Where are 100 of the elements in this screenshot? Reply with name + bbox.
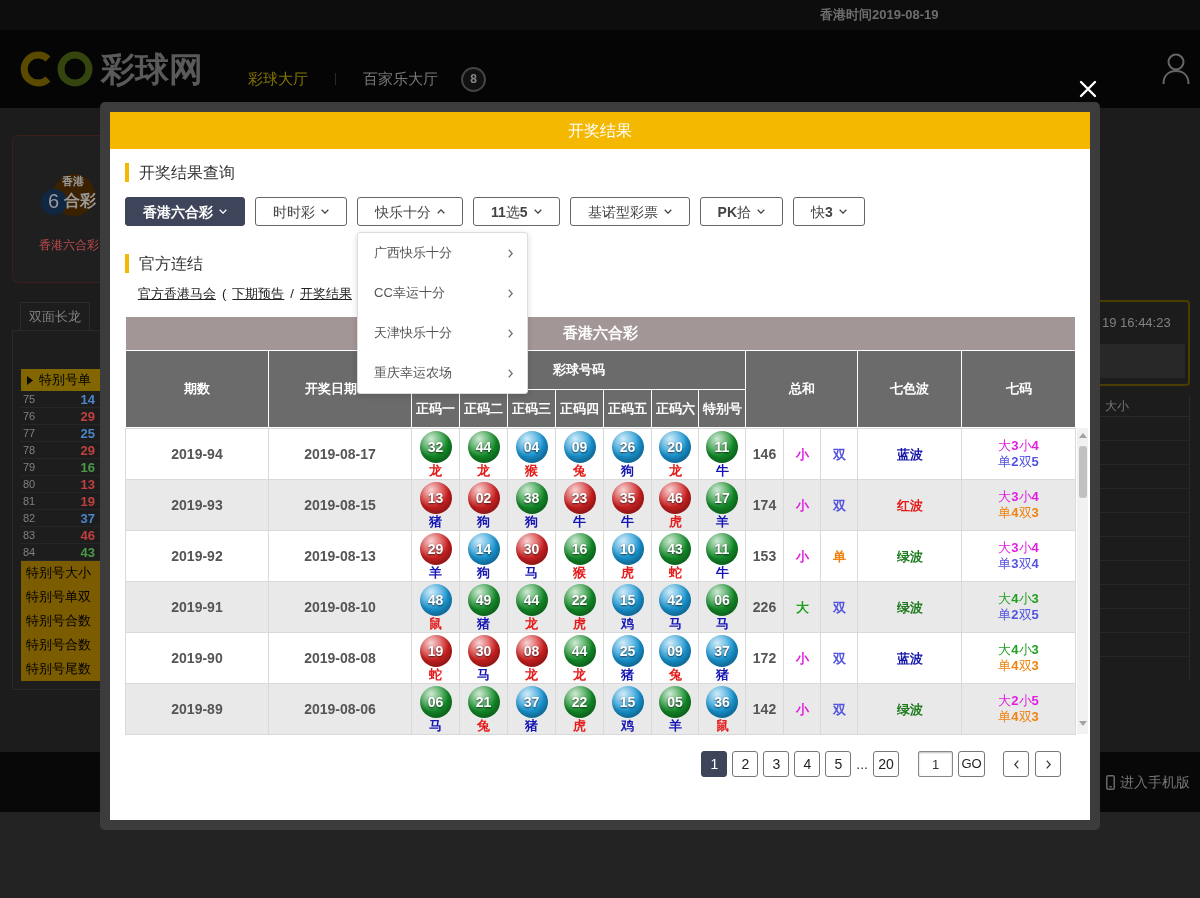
page-button[interactable]: 5 xyxy=(825,751,852,777)
page-button[interactable]: 20 xyxy=(873,751,899,777)
menu-item[interactable]: 广西快乐十分 xyxy=(358,233,527,273)
zodiac-label: 羊 xyxy=(668,718,682,733)
table-cell: 2019-08-06 xyxy=(268,683,412,735)
table-cell: 绿波 xyxy=(896,600,923,615)
column-header: 特别号 xyxy=(698,389,746,428)
row-index: 82 xyxy=(22,512,37,524)
zodiac-label: 马 xyxy=(525,565,538,580)
table-cell: 2019-89 xyxy=(125,683,269,735)
row-value: 16 xyxy=(80,460,95,474)
zodiac-label: 蛇 xyxy=(429,667,442,682)
zodiac-label: 狗 xyxy=(621,463,634,478)
zodiac-label: 猴 xyxy=(525,463,538,478)
scrollbar[interactable] xyxy=(1077,428,1088,734)
logo-text: 6 xyxy=(48,191,60,211)
zodiac-label: 鸡 xyxy=(621,718,634,733)
grid-header: 大小 xyxy=(1105,397,1129,415)
mobile-link[interactable]: 进入手机版 xyxy=(1106,771,1190,793)
chevron-down-icon xyxy=(533,209,542,214)
table-cell: 单2双5 xyxy=(998,607,1039,623)
table-cell: 小 xyxy=(795,498,809,513)
zodiac-label: 猪 xyxy=(429,514,442,529)
table-cell: 单4双3 xyxy=(998,709,1039,725)
table-cell: 单4双3 xyxy=(998,658,1039,674)
zodiac-label: 马 xyxy=(429,718,442,733)
page-button[interactable]: 3 xyxy=(763,751,790,777)
ball-badge: 8 xyxy=(461,66,486,92)
zodiac-label: 马 xyxy=(715,616,729,631)
table-cell: 146 xyxy=(745,428,784,480)
page-button[interactable]: 2 xyxy=(732,751,759,777)
table-cell: 2019-92 xyxy=(125,530,269,582)
zodiac-label: 鼠 xyxy=(715,718,729,733)
zodiac-label: 龙 xyxy=(429,463,442,478)
table-cell: 大4小3 xyxy=(998,642,1039,658)
link[interactable]: 下期预告 xyxy=(232,287,285,301)
table-cell: 大 xyxy=(795,600,809,615)
category-button[interactable]: 时时彩 xyxy=(255,197,347,226)
table-cell: 大3小4 xyxy=(998,540,1039,556)
table-cell: 153 xyxy=(745,530,784,582)
prev-page-button[interactable] xyxy=(1003,751,1029,777)
accent-bar-icon xyxy=(125,163,129,182)
table-cell: 大4小3 xyxy=(998,591,1039,607)
user-icon[interactable] xyxy=(1162,53,1190,85)
chevron-right-icon xyxy=(508,248,513,258)
table-cell: 2019-08-13 xyxy=(268,530,412,582)
link[interactable]: 官方香港马会 xyxy=(138,287,216,301)
nav-link[interactable]: 彩球大厅 xyxy=(248,67,308,91)
row-index: 84 xyxy=(22,546,37,558)
chevron-down-icon xyxy=(321,209,329,214)
chevron-right-icon xyxy=(508,288,513,298)
zodiac-label: 虎 xyxy=(573,616,586,631)
table-cell: 2019-94 xyxy=(125,428,269,480)
row-value: 29 xyxy=(80,443,95,457)
tab[interactable]: 双面长龙 xyxy=(20,302,90,330)
chevron-right-icon xyxy=(508,328,513,338)
page-button[interactable]: 1 xyxy=(701,751,728,777)
table-cell: 226 xyxy=(745,581,784,633)
table-cell: 小 xyxy=(795,549,809,564)
close-button[interactable] xyxy=(1079,80,1097,98)
zodiac-label: 牛 xyxy=(573,514,586,529)
next-page-button[interactable] xyxy=(1035,751,1061,777)
section-heading: 官方连结 xyxy=(139,255,203,272)
zodiac-label: 牛 xyxy=(621,514,634,529)
table-cell: 双 xyxy=(832,498,846,513)
category-button[interactable]: 基诺型彩票 xyxy=(569,197,690,226)
go-button[interactable]: GO xyxy=(958,751,985,777)
row-value: 29 xyxy=(80,409,95,423)
zodiac-label: 狗 xyxy=(477,565,490,580)
table-cell: 2019-93 xyxy=(125,479,269,531)
zodiac-label: 狗 xyxy=(525,514,538,529)
table-cell: 174 xyxy=(745,479,784,531)
logo-text: 合彩 xyxy=(64,193,96,209)
nav-link[interactable]: 百家乐大厅 xyxy=(363,67,438,91)
chevron-down-icon xyxy=(838,209,847,214)
page-button[interactable]: 4 xyxy=(794,751,821,777)
category-button[interactable]: 快乐十分 xyxy=(357,197,463,226)
zodiac-label: 羊 xyxy=(715,514,729,529)
link[interactable]: 开奖结果 xyxy=(299,287,352,301)
category-button[interactable]: PK拾 xyxy=(699,197,784,226)
zodiac-label: 牛 xyxy=(715,565,729,580)
zodiac-label: 狗 xyxy=(477,514,490,529)
scroll-up-icon[interactable] xyxy=(1078,433,1087,438)
category-button[interactable]: 11选5 xyxy=(473,197,560,226)
chevron-down-icon xyxy=(663,209,672,214)
scrollbar-thumb[interactable] xyxy=(1078,446,1087,498)
row-value: 19 xyxy=(80,494,95,508)
category-button[interactable]: 香港六合彩 xyxy=(125,197,245,226)
menu-item[interactable]: CC幸运十分 xyxy=(358,273,527,313)
zodiac-label: 龙 xyxy=(573,667,586,682)
zodiac-label: 马 xyxy=(477,667,490,682)
column-header: 七码 xyxy=(961,350,1076,428)
table-cell: 小 xyxy=(795,651,809,666)
category-button[interactable]: 快3 xyxy=(793,197,865,226)
page-input[interactable]: 1 xyxy=(918,751,953,777)
scroll-down-icon[interactable] xyxy=(1078,721,1087,726)
zodiac-label: 鸡 xyxy=(621,616,634,631)
menu-item[interactable]: 天津快乐十分 xyxy=(358,313,527,353)
clock-text: 19 16:44:23 xyxy=(1101,315,1172,331)
table-cell: 2019-08-17 xyxy=(268,428,412,480)
